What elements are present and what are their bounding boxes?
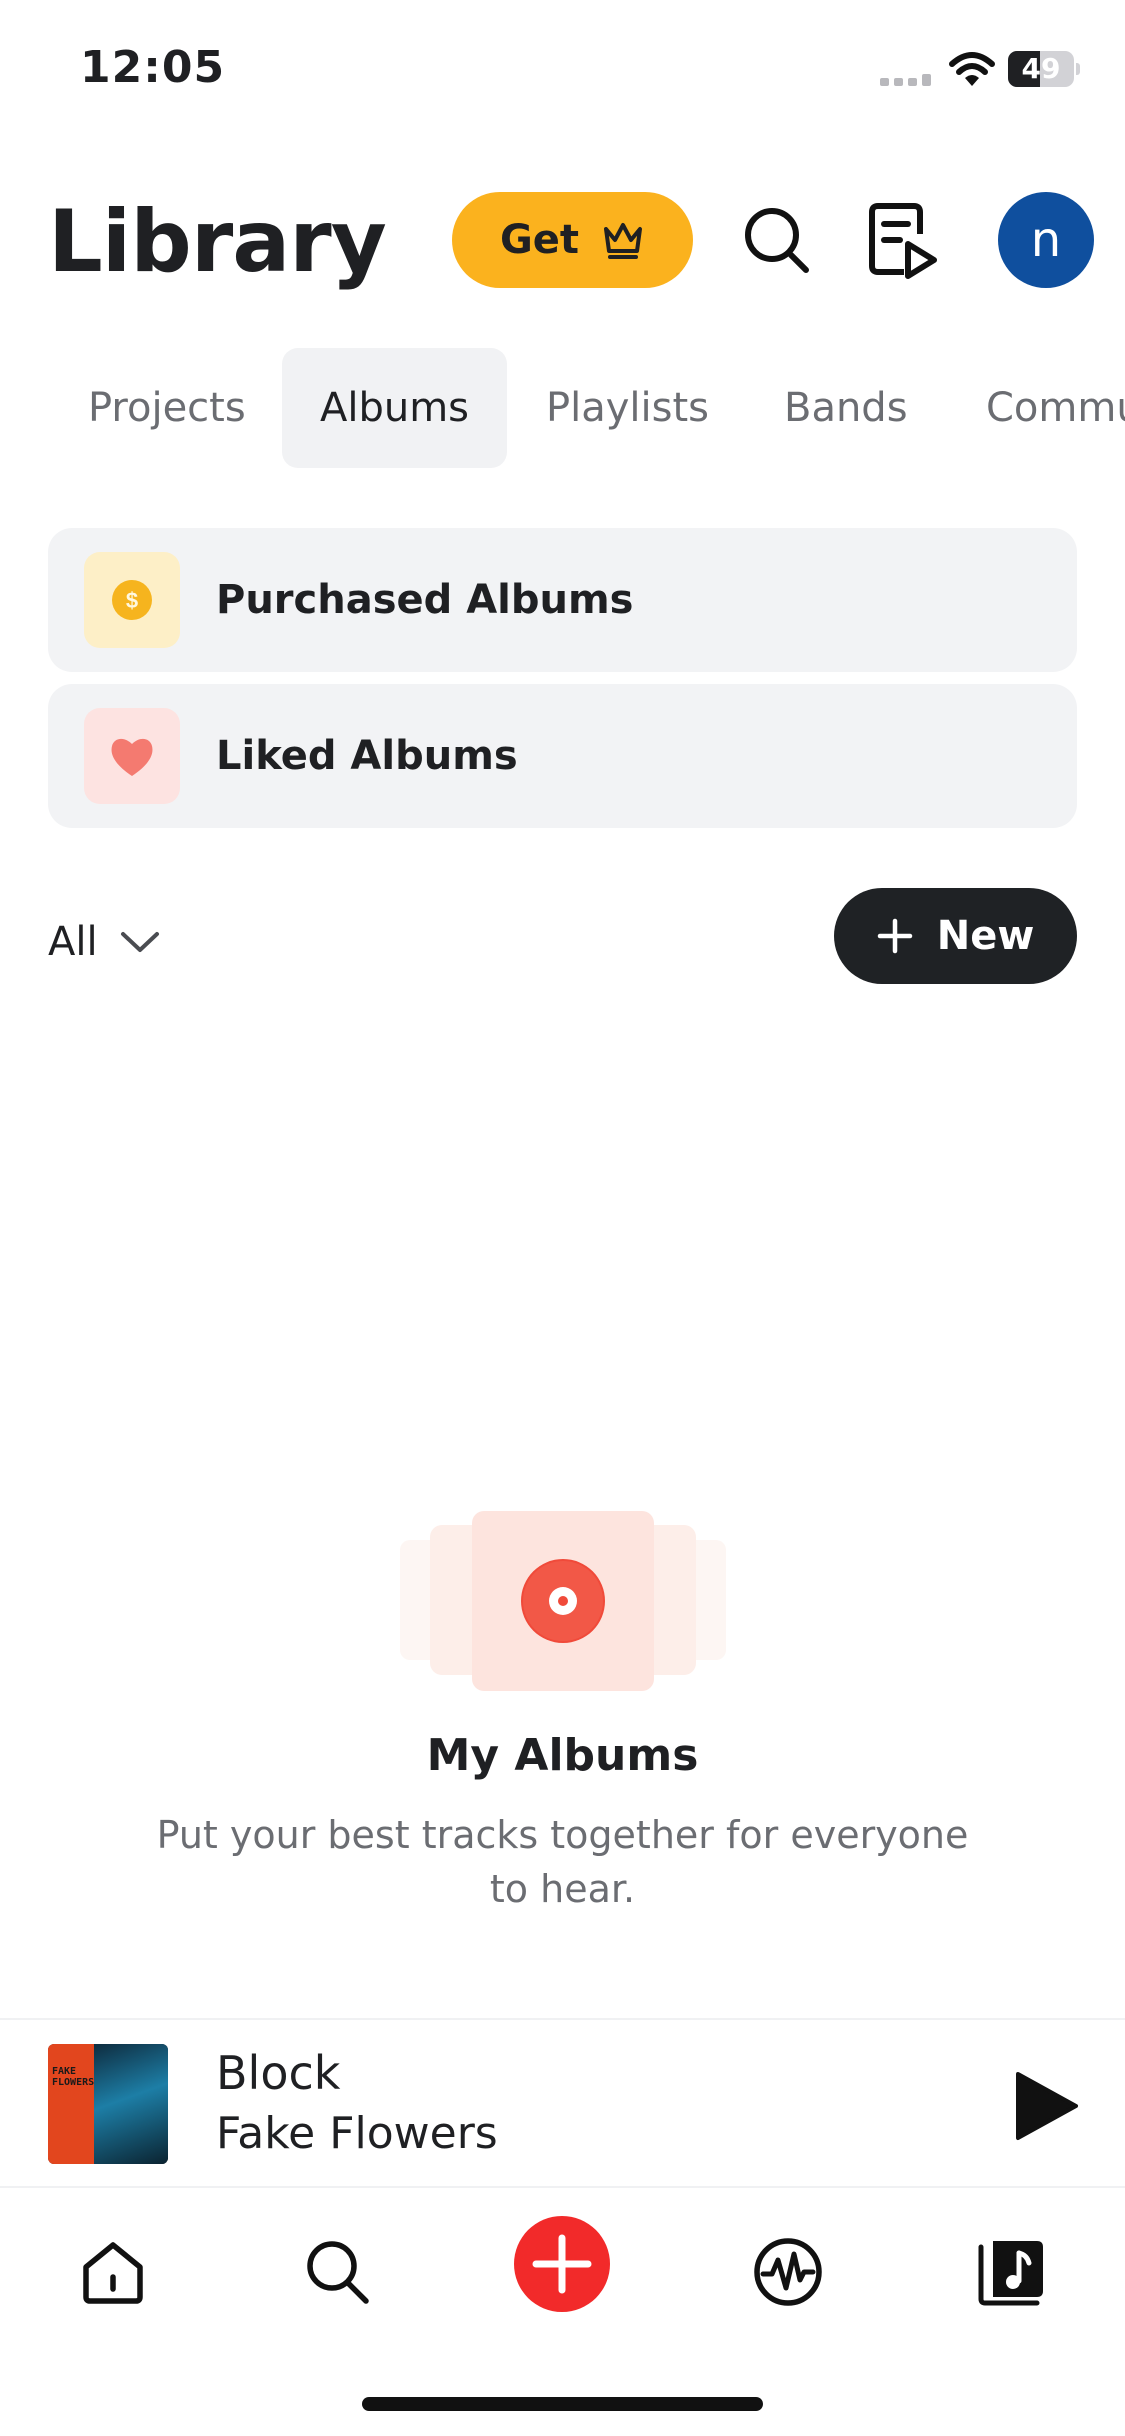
tab-bands[interactable]: Bands <box>784 348 908 468</box>
tab-playlists[interactable]: Playlists <box>546 348 709 468</box>
filter-select[interactable]: All <box>48 912 160 972</box>
mini-player[interactable]: FAKE FLOWERS Block Fake Flowers <box>0 2018 1125 2188</box>
tab-albums[interactable]: Albums <box>282 348 507 468</box>
new-album-button[interactable]: New <box>834 888 1077 984</box>
chevron-down-icon <box>120 932 159 952</box>
nav-home[interactable] <box>73 2232 153 2312</box>
battery-icon: 49 <box>1008 51 1080 87</box>
nav-feed[interactable] <box>748 2232 828 2312</box>
liked-albums-row[interactable]: Liked Albums <box>48 684 1077 828</box>
library-tabs: Projects Albums Playlists Bands Commu <box>0 348 1125 468</box>
wifi-icon <box>949 52 995 86</box>
empty-state-title: My Albums <box>426 1730 699 1781</box>
nav-search[interactable] <box>298 2232 378 2312</box>
album-art: FAKE FLOWERS <box>48 2044 168 2164</box>
bottom-tab-bar <box>0 2190 1125 2360</box>
status-time: 12:05 <box>80 42 226 93</box>
empty-state-description: Put your best tracks together for everyo… <box>156 1813 969 1911</box>
add-icon <box>514 2216 610 2312</box>
crown-icon <box>604 223 643 259</box>
queue-icon[interactable] <box>864 200 940 284</box>
purchased-albums-label: Purchased Albums <box>216 577 634 623</box>
svg-text:$: $ <box>126 588 138 613</box>
tab-community[interactable]: Commu <box>986 348 1125 468</box>
liked-albums-label: Liked Albums <box>216 733 518 779</box>
new-album-label: New <box>936 913 1035 959</box>
status-bar: 12:05 49 <box>0 0 1125 130</box>
battery-percentage: 49 <box>1021 52 1061 85</box>
cellular-signal-icon <box>880 74 932 86</box>
get-premium-label: Get <box>499 217 580 263</box>
purchased-albums-row[interactable]: $ Purchased Albums <box>48 528 1077 672</box>
home-icon <box>83 2242 143 2304</box>
search-icon <box>307 2241 369 2304</box>
track-title: Block <box>216 2046 341 2100</box>
nav-library[interactable] <box>972 2232 1052 2312</box>
get-premium-button[interactable]: Get <box>452 192 693 288</box>
filter-label: All <box>48 919 98 965</box>
album-art-text: FAKE FLOWERS <box>52 2066 95 2088</box>
tab-projects[interactable]: Projects <box>88 348 246 468</box>
heart-icon <box>84 708 180 804</box>
plus-icon <box>877 918 912 954</box>
coin-icon: $ <box>84 552 180 648</box>
waveform-icon <box>754 2238 822 2306</box>
nav-create[interactable] <box>512 2214 612 2314</box>
library-icon <box>978 2241 1043 2306</box>
home-indicator <box>362 2397 763 2411</box>
vinyl-record-icon <box>400 1511 726 1691</box>
search-icon[interactable] <box>740 200 814 280</box>
track-artist: Fake Flowers <box>216 2108 498 2159</box>
avatar[interactable]: n <box>998 192 1094 288</box>
play-icon[interactable] <box>1010 2068 1082 2144</box>
page-title: Library <box>48 192 387 292</box>
